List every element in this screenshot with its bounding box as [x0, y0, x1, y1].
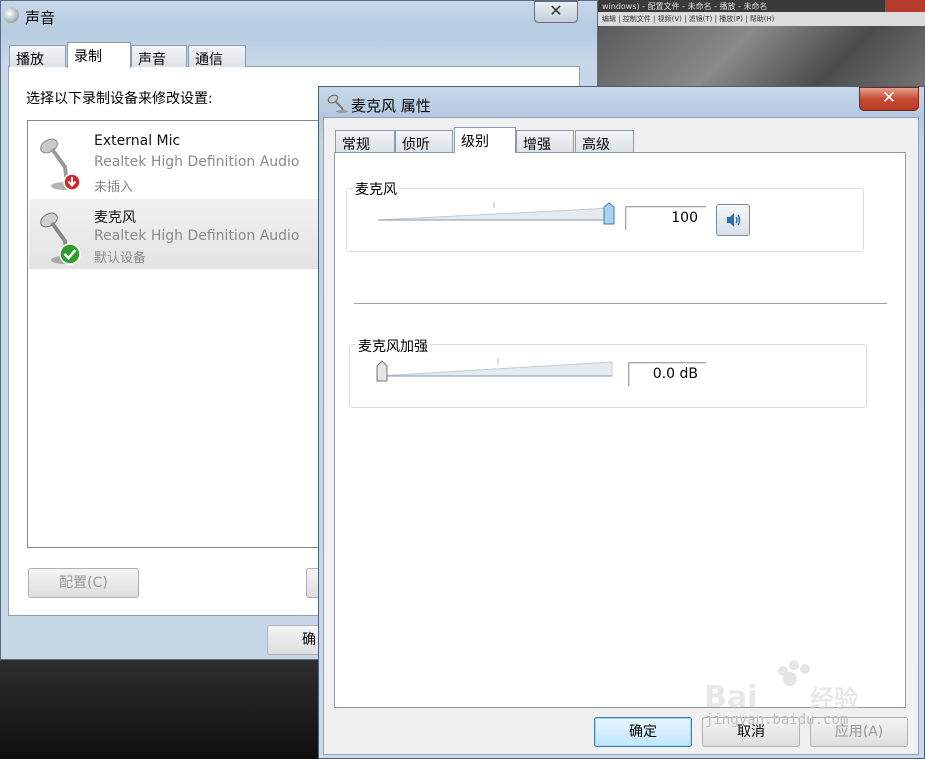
- background-app-content: [598, 26, 925, 95]
- device-name: 麦克风: [94, 210, 136, 226]
- microphone-boost-value[interactable]: 0.0 dB: [628, 362, 706, 386]
- tab-recording[interactable]: 录制: [67, 42, 131, 68]
- device-item-microphone[interactable]: 麦克风 Realtek High Definition Audio 默认设备: [29, 199, 318, 269]
- svg-text:Bai: Bai: [704, 680, 757, 715]
- mute-toggle-button[interactable]: [716, 204, 750, 236]
- device-item-external-mic[interactable]: External Mic Realtek High Definition Aud…: [29, 125, 318, 195]
- background-app-window: windows) - 配置文件 - 未命名 - 播放 - 未命名 编辑 | 控制…: [598, 0, 925, 96]
- tab-communications[interactable]: 通信: [188, 45, 246, 68]
- desktop-background-bottom: [0, 660, 330, 759]
- device-status: 未插入: [94, 180, 134, 195]
- slider-thumb[interactable]: [376, 360, 388, 382]
- recording-instruction: 选择以下录制设备来修改设置:: [26, 91, 213, 107]
- properties-close-button[interactable]: ✕: [859, 87, 919, 111]
- microphone-level-value[interactable]: 100: [625, 206, 706, 230]
- sound-app-icon: [3, 7, 19, 23]
- tab-label: 录制: [74, 49, 102, 65]
- speaker-icon: [727, 213, 741, 227]
- tab-label: 高级: [582, 137, 610, 153]
- unplugged-badge-icon: [63, 173, 81, 191]
- ok-button[interactable]: 确定: [594, 717, 692, 747]
- device-status: 默认设备: [94, 251, 147, 266]
- default-device-check-icon: [59, 243, 81, 265]
- device-driver: Realtek High Definition Audio: [94, 228, 300, 244]
- tab-advanced[interactable]: 高级: [575, 130, 634, 153]
- device-driver: Realtek High Definition Audio: [94, 154, 300, 170]
- background-app-close-button[interactable]: [885, 0, 925, 12]
- tab-label: 播放: [16, 52, 44, 68]
- tab-label: 级别: [461, 134, 489, 150]
- tab-label: 增强: [523, 137, 551, 153]
- microphone-level-slider[interactable]: [376, 200, 616, 228]
- tab-general[interactable]: 常规: [335, 130, 395, 153]
- tab-levels[interactable]: 级别: [454, 127, 516, 153]
- watermark-url: jingyan.baidu.com: [705, 712, 849, 728]
- tab-label: 侦听: [402, 137, 430, 153]
- slider-thumb[interactable]: [603, 202, 615, 225]
- device-name: External Mic: [94, 133, 181, 149]
- microphone-icon: [327, 94, 348, 113]
- tab-playback[interactable]: 播放: [9, 45, 66, 68]
- group-separator: [354, 303, 887, 304]
- microphone-boost-label: 麦克风加强: [356, 336, 430, 356]
- background-app-menu[interactable]: 编辑 | 控制文件 | 视频(V) | 滤镜(T) | 播放(P) | 帮助(H…: [598, 12, 925, 26]
- background-app-title: windows) - 配置文件 - 未命名 - 播放 - 未命名: [602, 2, 768, 11]
- tab-listen[interactable]: 侦听: [395, 130, 453, 153]
- microphone-boost-slider[interactable]: [374, 356, 618, 384]
- recording-device-list[interactable]: External Mic Realtek High Definition Aud…: [27, 120, 319, 548]
- tab-label: 常规: [342, 137, 370, 153]
- tab-label: 通信: [195, 52, 223, 68]
- tab-enhancements[interactable]: 增强: [516, 130, 574, 153]
- tab-sounds[interactable]: 声音: [131, 45, 187, 68]
- properties-dialog-title: 麦克风 属性: [351, 97, 431, 115]
- svg-text:经验: 经验: [810, 685, 858, 713]
- configure-button[interactable]: 配置(C): [28, 568, 139, 598]
- microphone-level-label: 麦克风: [353, 179, 399, 199]
- tab-label: 声音: [138, 52, 166, 68]
- sound-window-title: 声音: [25, 9, 56, 27]
- sound-close-button[interactable]: ✕: [534, 1, 578, 23]
